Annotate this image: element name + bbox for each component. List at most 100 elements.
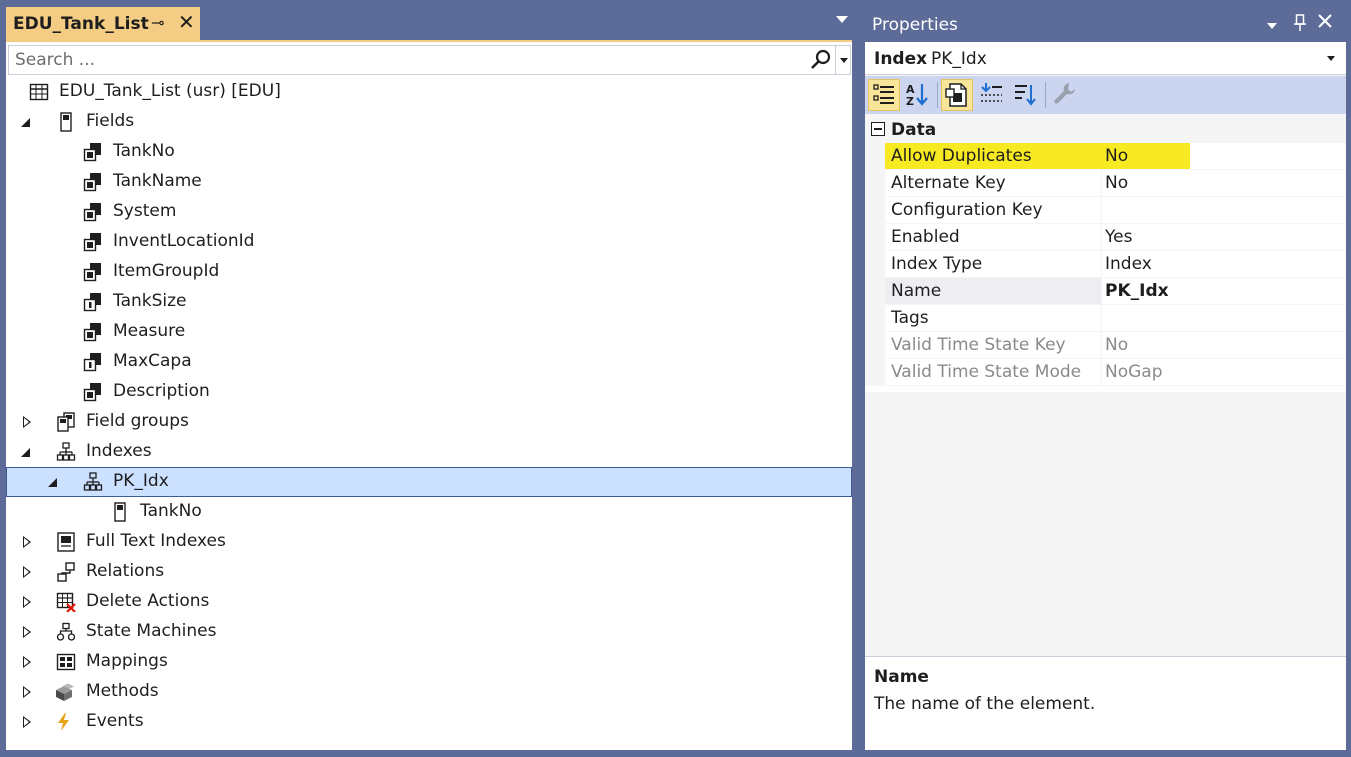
- wrench-icon[interactable]: [1049, 79, 1081, 111]
- property-row-allow-duplicates[interactable]: Allow Duplicates No: [865, 143, 1346, 170]
- pin-icon[interactable]: ⊸: [151, 13, 164, 32]
- designer-panel: EDU_Tank_List ⊸ ✕ EDU_Tank_List (usr) [E…: [0, 0, 856, 757]
- object-type: Index: [874, 49, 928, 69]
- expand-icon[interactable]: [23, 716, 31, 728]
- category-label: Data: [891, 120, 937, 140]
- window-menu-dropdown-icon[interactable]: [1266, 16, 1278, 35]
- string-field-icon: [83, 322, 103, 342]
- tree-item-root[interactable]: EDU_Tank_List (usr) [EDU]: [6, 77, 852, 107]
- property-value[interactable]: No: [1102, 170, 1346, 196]
- tree-item-field[interactable]: TankName: [6, 167, 852, 197]
- tree-item-delete-actions[interactable]: Delete Actions: [6, 587, 852, 617]
- tree-item-field[interactable]: ItemGroupId: [6, 257, 852, 287]
- sort-down-icon[interactable]: [1010, 79, 1042, 111]
- property-row-valid-time-state-mode[interactable]: Valid Time State Mode NoGap: [865, 359, 1346, 386]
- category-data[interactable]: Data: [865, 116, 1346, 143]
- tree-item-field[interactable]: InventLocationId: [6, 227, 852, 257]
- svg-text:Z: Z: [906, 95, 914, 108]
- string-field-icon: [83, 172, 103, 192]
- tree-item-field[interactable]: Measure: [6, 317, 852, 347]
- tree-item-fields[interactable]: Fields: [6, 107, 852, 137]
- tree-item-relations[interactable]: Relations: [6, 557, 852, 587]
- collapse-category-icon[interactable]: [871, 122, 885, 136]
- string-field-icon: [83, 232, 103, 252]
- tree-item-state-machines[interactable]: State Machines: [6, 617, 852, 647]
- tab-overflow-dropdown[interactable]: [836, 16, 848, 23]
- mapping-icon: [56, 652, 76, 672]
- tree-item-index-pk-idx[interactable]: PK_Idx: [6, 467, 852, 497]
- expand-all-icon[interactable]: [976, 79, 1008, 111]
- chevron-down-icon[interactable]: [1327, 56, 1335, 61]
- tree-item-label: Field groups: [86, 411, 189, 431]
- property-name: Alternate Key: [885, 170, 1101, 196]
- document-tab-title: EDU_Tank_List: [13, 13, 149, 34]
- property-row-valid-time-state-key[interactable]: Valid Time State Key No: [865, 332, 1346, 359]
- property-value[interactable]: Yes: [1102, 224, 1346, 250]
- property-value[interactable]: NoGap: [1102, 359, 1346, 385]
- full-text-index-icon: [56, 532, 76, 552]
- property-value[interactable]: [1102, 197, 1346, 223]
- property-value[interactable]: [1102, 305, 1346, 331]
- property-description: Name The name of the element.: [865, 656, 1346, 750]
- expand-icon[interactable]: [23, 536, 31, 548]
- tree-item-label: Fields: [86, 111, 135, 131]
- tree-item-mappings[interactable]: Mappings: [6, 647, 852, 677]
- tree-item-field[interactable]: TankSize: [6, 287, 852, 317]
- tree-item-events[interactable]: Events: [6, 707, 852, 737]
- expand-icon[interactable]: [23, 416, 31, 428]
- close-icon[interactable]: ✕: [178, 10, 195, 34]
- tree-item-field-groups[interactable]: Field groups: [6, 407, 852, 437]
- expand-icon[interactable]: [23, 656, 31, 668]
- tree-item-label: TankNo: [113, 141, 175, 161]
- tree-item-field[interactable]: MaxCapa: [6, 347, 852, 377]
- tree-item-field[interactable]: Description: [6, 377, 852, 407]
- expand-icon[interactable]: [23, 686, 31, 698]
- enum-field-icon: [83, 202, 103, 222]
- object-selector[interactable]: Index PK_Idx: [865, 42, 1346, 75]
- tree-item-label: TankNo: [140, 501, 202, 521]
- lightning-icon: [54, 712, 74, 732]
- close-icon[interactable]: [1317, 13, 1333, 33]
- property-name: Valid Time State Mode: [885, 359, 1101, 385]
- search-icon[interactable]: [808, 48, 834, 72]
- tree-item-methods[interactable]: Methods: [6, 677, 852, 707]
- toolbar-separator: [1045, 82, 1046, 108]
- tree-item-label: Full Text Indexes: [86, 531, 226, 551]
- property-value[interactable]: PK_Idx: [1102, 278, 1346, 304]
- tree-item-index-field[interactable]: TankNo: [6, 497, 852, 527]
- alphabetical-sort-icon[interactable]: AZ: [902, 79, 934, 111]
- properties-view-button[interactable]: [941, 79, 973, 111]
- document-tab-edu-tank-list[interactable]: EDU_Tank_List ⊸ ✕: [6, 7, 200, 40]
- property-row-name[interactable]: Name PK_Idx: [865, 278, 1346, 305]
- search-input[interactable]: [15, 48, 795, 72]
- property-row-index-type[interactable]: Index Type Index: [865, 251, 1346, 278]
- tree-item-field[interactable]: System: [6, 197, 852, 227]
- property-row-configuration-key[interactable]: Configuration Key: [865, 197, 1346, 224]
- properties-title: Properties: [872, 15, 958, 35]
- property-value[interactable]: No: [1102, 143, 1346, 169]
- tree-item-label: System: [113, 201, 177, 221]
- collapse-icon[interactable]: [48, 478, 57, 487]
- tree-item-indexes[interactable]: Indexes: [6, 437, 852, 467]
- tree-item-label: Events: [86, 711, 144, 731]
- property-row-tags[interactable]: Tags: [865, 305, 1346, 332]
- collapse-icon[interactable]: [21, 118, 30, 127]
- integer-field-icon: [83, 352, 103, 372]
- expand-icon[interactable]: [23, 596, 31, 608]
- tree-item-label: State Machines: [86, 621, 217, 641]
- toolbar-separator: [937, 82, 938, 108]
- property-value[interactable]: No: [1102, 332, 1346, 358]
- pin-icon[interactable]: [1293, 14, 1307, 36]
- property-row-enabled[interactable]: Enabled Yes: [865, 224, 1346, 251]
- property-value[interactable]: Index: [1102, 251, 1346, 277]
- collapse-icon[interactable]: [21, 448, 30, 457]
- tree-item-label: PK_Idx: [113, 471, 169, 491]
- expand-icon[interactable]: [23, 626, 31, 638]
- expand-icon[interactable]: [23, 566, 31, 578]
- tree-item-full-text-indexes[interactable]: Full Text Indexes: [6, 527, 852, 557]
- property-row-alternate-key[interactable]: Alternate Key No: [865, 170, 1346, 197]
- categorized-view-button[interactable]: [868, 79, 900, 111]
- search-options-dropdown[interactable]: [835, 46, 851, 74]
- tree-item-label: TankName: [113, 171, 202, 191]
- tree-item-field[interactable]: TankNo: [6, 137, 852, 167]
